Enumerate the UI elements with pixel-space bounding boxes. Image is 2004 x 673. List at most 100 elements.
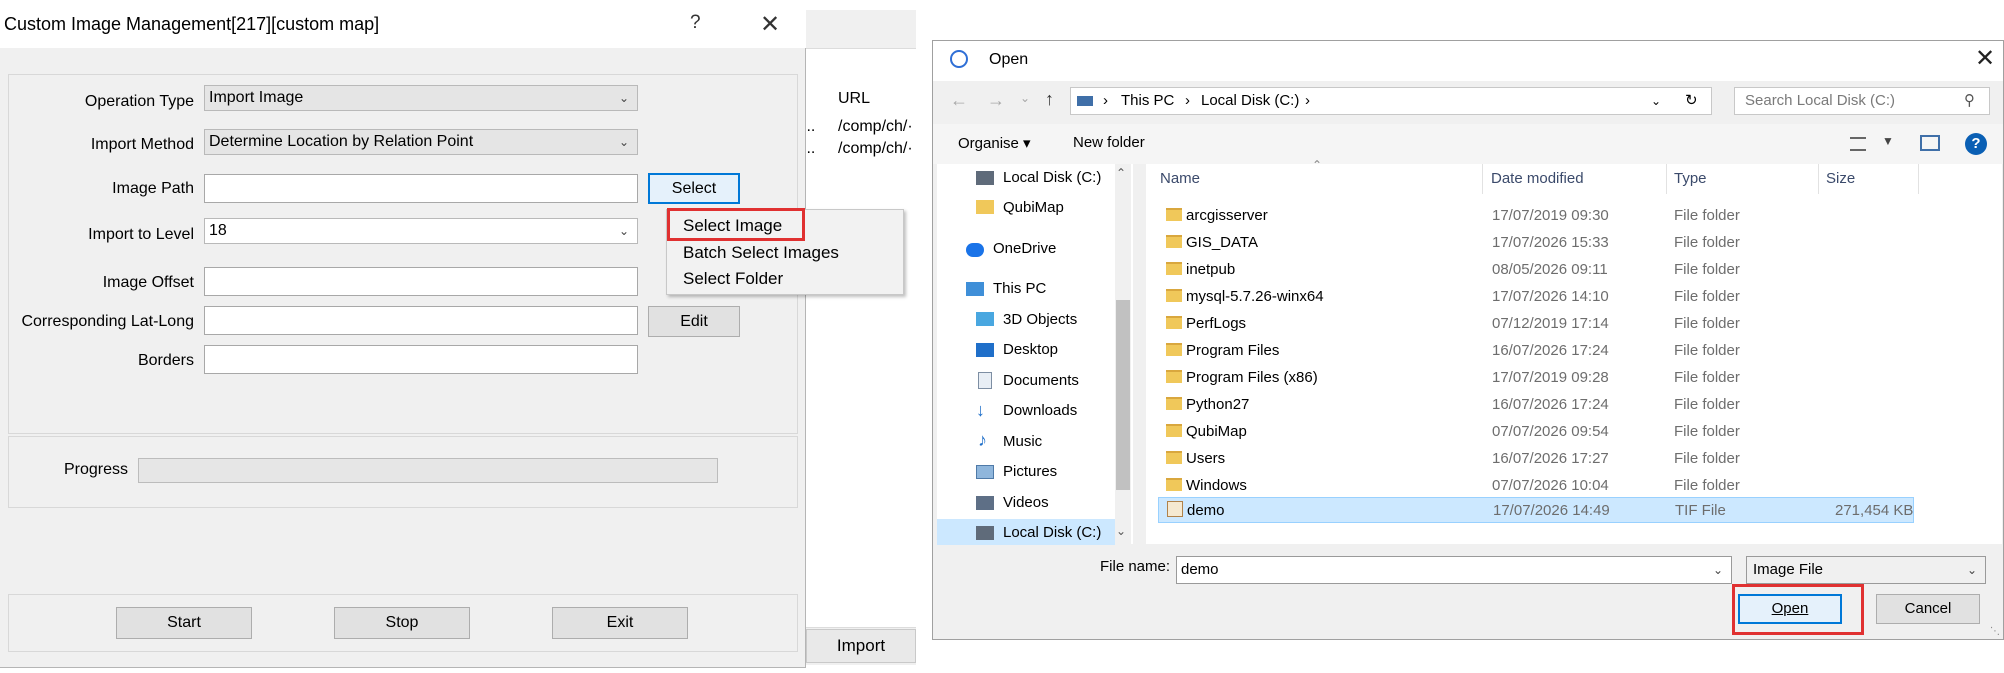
- file-type: TIF File: [1675, 502, 1726, 519]
- help-icon[interactable]: ?: [690, 12, 701, 34]
- file-name: Program Files: [1186, 342, 1280, 359]
- nav-item-downloads[interactable]: Downloads: [1003, 402, 1077, 419]
- breadcrumb-local-disk[interactable]: Local Disk (C:): [1201, 88, 1299, 114]
- exit-button[interactable]: Exit: [552, 607, 688, 639]
- column-separator[interactable]: [1666, 164, 1667, 194]
- file-row[interactable]: Users 16/07/2026 17:27 File folder: [1158, 446, 1914, 471]
- import-level-label: Import to Level: [88, 226, 194, 243]
- import-method-value: Determine Location by Relation Point: [209, 133, 474, 150]
- import-level-select[interactable]: 18 ⌄: [204, 218, 638, 244]
- nav-item-3d-objects[interactable]: 3D Objects: [1003, 311, 1077, 328]
- folder-icon: [1166, 343, 1182, 356]
- file-row[interactable]: Windows 07/07/2026 10:04 File folder: [1158, 473, 1914, 498]
- background-import-button[interactable]: Import: [806, 629, 916, 663]
- organise-button[interactable]: Organise ▾: [958, 134, 1031, 152]
- address-bar[interactable]: › This PC › Local Disk (C:) › ⌄ ↻: [1070, 87, 1712, 115]
- file-row[interactable]: QubiMap 07/07/2026 09:54 File folder: [1158, 419, 1914, 444]
- column-separator[interactable]: [1918, 164, 1919, 194]
- scroll-up-icon[interactable]: ⌃: [1116, 166, 1126, 180]
- nav-item-pictures[interactable]: Pictures: [1003, 463, 1057, 480]
- folder-icon: [1166, 424, 1182, 437]
- file-row[interactable]: Program Files (x86) 17/07/2019 09:28 Fil…: [1158, 365, 1914, 390]
- breadcrumb-chevron-icon: ›: [1305, 92, 1310, 109]
- file-row[interactable]: inetpub 08/05/2026 09:11 File folder: [1158, 257, 1914, 282]
- operation-type-select[interactable]: Import Image ⌄: [204, 85, 638, 111]
- breadcrumb-chevron-icon: ›: [1185, 92, 1190, 109]
- close-icon[interactable]: ✕: [760, 10, 780, 39]
- file-type: File folder: [1674, 288, 1740, 305]
- folder-icon: [1166, 235, 1182, 248]
- new-folder-button[interactable]: New folder: [1073, 134, 1145, 151]
- image-file-icon: [1167, 501, 1183, 517]
- breadcrumb-this-pc[interactable]: This PC: [1121, 88, 1174, 114]
- stop-button[interactable]: Stop: [334, 607, 470, 639]
- file-type-select[interactable]: Image File ⌄: [1746, 556, 1986, 584]
- column-header-size[interactable]: Size: [1826, 170, 1855, 187]
- computer-icon: [1077, 96, 1093, 106]
- address-dropdown-icon[interactable]: ⌄: [1651, 88, 1661, 114]
- nav-item-music[interactable]: Music: [1003, 433, 1042, 450]
- nav-item-documents[interactable]: Documents: [1003, 372, 1079, 389]
- cancel-button[interactable]: Cancel: [1876, 594, 1980, 624]
- borders-input[interactable]: [204, 345, 638, 374]
- column-header-date[interactable]: Date modified: [1491, 170, 1584, 187]
- highlight-box: [1732, 584, 1864, 635]
- nav-scrollbar-thumb[interactable]: [1116, 300, 1130, 490]
- nav-item-local-disk-selected[interactable]: Local Disk (C:): [1003, 524, 1101, 541]
- view-dropdown-icon[interactable]: ▼: [1882, 134, 1894, 148]
- nav-item-local-disk[interactable]: Local Disk (C:): [1003, 169, 1101, 186]
- file-row[interactable]: Program Files 16/07/2026 17:24 File fold…: [1158, 338, 1914, 363]
- file-row[interactable]: Python27 16/07/2026 17:24 File folder: [1158, 392, 1914, 417]
- file-row[interactable]: arcgisserver 17/07/2019 09:30 File folde…: [1158, 203, 1914, 228]
- file-name: PerfLogs: [1186, 315, 1247, 332]
- select-button[interactable]: Select: [648, 173, 740, 204]
- column-separator[interactable]: [1482, 164, 1483, 194]
- forward-arrow-icon[interactable]: →: [987, 90, 1005, 111]
- app-icon: [950, 50, 968, 68]
- refresh-icon[interactable]: ↻: [1685, 88, 1698, 114]
- file-row[interactable]: mysql-5.7.26-winx64 17/07/2026 14:10 Fil…: [1158, 284, 1914, 309]
- image-path-input[interactable]: [204, 174, 638, 203]
- nav-item-onedrive[interactable]: OneDrive: [993, 240, 1056, 257]
- back-arrow-icon[interactable]: ←: [950, 90, 968, 111]
- progress-label: Progress: [63, 461, 128, 478]
- menu-item-select-folder[interactable]: Select Folder: [683, 269, 783, 289]
- file-row-selected[interactable]: demo 17/07/2026 14:49 TIF File 271,454 K…: [1158, 497, 1914, 523]
- up-arrow-icon[interactable]: ↑: [1045, 89, 1054, 110]
- scroll-down-icon[interactable]: ⌄: [1116, 524, 1126, 538]
- help-icon[interactable]: ?: [1965, 133, 1987, 155]
- file-date: 16/07/2026 17:27: [1492, 450, 1609, 467]
- file-row[interactable]: PerfLogs 07/12/2019 17:14 File folder: [1158, 311, 1914, 336]
- column-header-name[interactable]: Name: [1160, 170, 1200, 187]
- close-icon[interactable]: ✕: [1975, 44, 1995, 73]
- file-date: 17/07/2019 09:30: [1492, 207, 1609, 224]
- background-row-2-url: /comp/ch/·: [838, 140, 913, 157]
- file-name-input[interactable]: demo ⌄: [1176, 556, 1732, 584]
- view-options-icon[interactable]: [1850, 137, 1866, 151]
- desktop-icon: [976, 343, 994, 357]
- image-offset-input[interactable]: [204, 267, 638, 296]
- preview-pane-icon[interactable]: [1920, 135, 1940, 151]
- lat-long-input[interactable]: [204, 306, 638, 335]
- file-date: 07/07/2026 10:04: [1492, 477, 1609, 494]
- nav-item-this-pc[interactable]: This PC: [993, 280, 1046, 297]
- start-button[interactable]: Start: [116, 607, 252, 639]
- column-separator[interactable]: [1818, 164, 1819, 194]
- nav-item-desktop[interactable]: Desktop: [1003, 341, 1058, 358]
- nav-item-qubimap[interactable]: QubiMap: [1003, 199, 1064, 216]
- search-input[interactable]: Search Local Disk (C:): [1734, 87, 1990, 115]
- file-row[interactable]: GIS_DATA 17/07/2026 15:33 File folder: [1158, 230, 1914, 255]
- folder-icon: [1166, 208, 1182, 221]
- import-method-select[interactable]: Determine Location by Relation Point ⌄: [204, 129, 638, 155]
- file-name: QubiMap: [1186, 423, 1247, 440]
- resize-grip-icon[interactable]: ⋱: [1990, 626, 2000, 637]
- file-name: Program Files (x86): [1186, 369, 1318, 386]
- file-type-value: Image File: [1753, 561, 1824, 578]
- nav-item-videos[interactable]: Videos: [1003, 494, 1049, 511]
- recent-chevron-icon[interactable]: ⌄: [1020, 91, 1030, 105]
- menu-item-batch-select-images[interactable]: Batch Select Images: [683, 243, 839, 263]
- column-header-type[interactable]: Type: [1674, 170, 1707, 187]
- chevron-down-icon[interactable]: ⌄: [1713, 557, 1723, 583]
- edit-button[interactable]: Edit: [648, 306, 740, 337]
- file-date: 17/07/2019 09:28: [1492, 369, 1609, 386]
